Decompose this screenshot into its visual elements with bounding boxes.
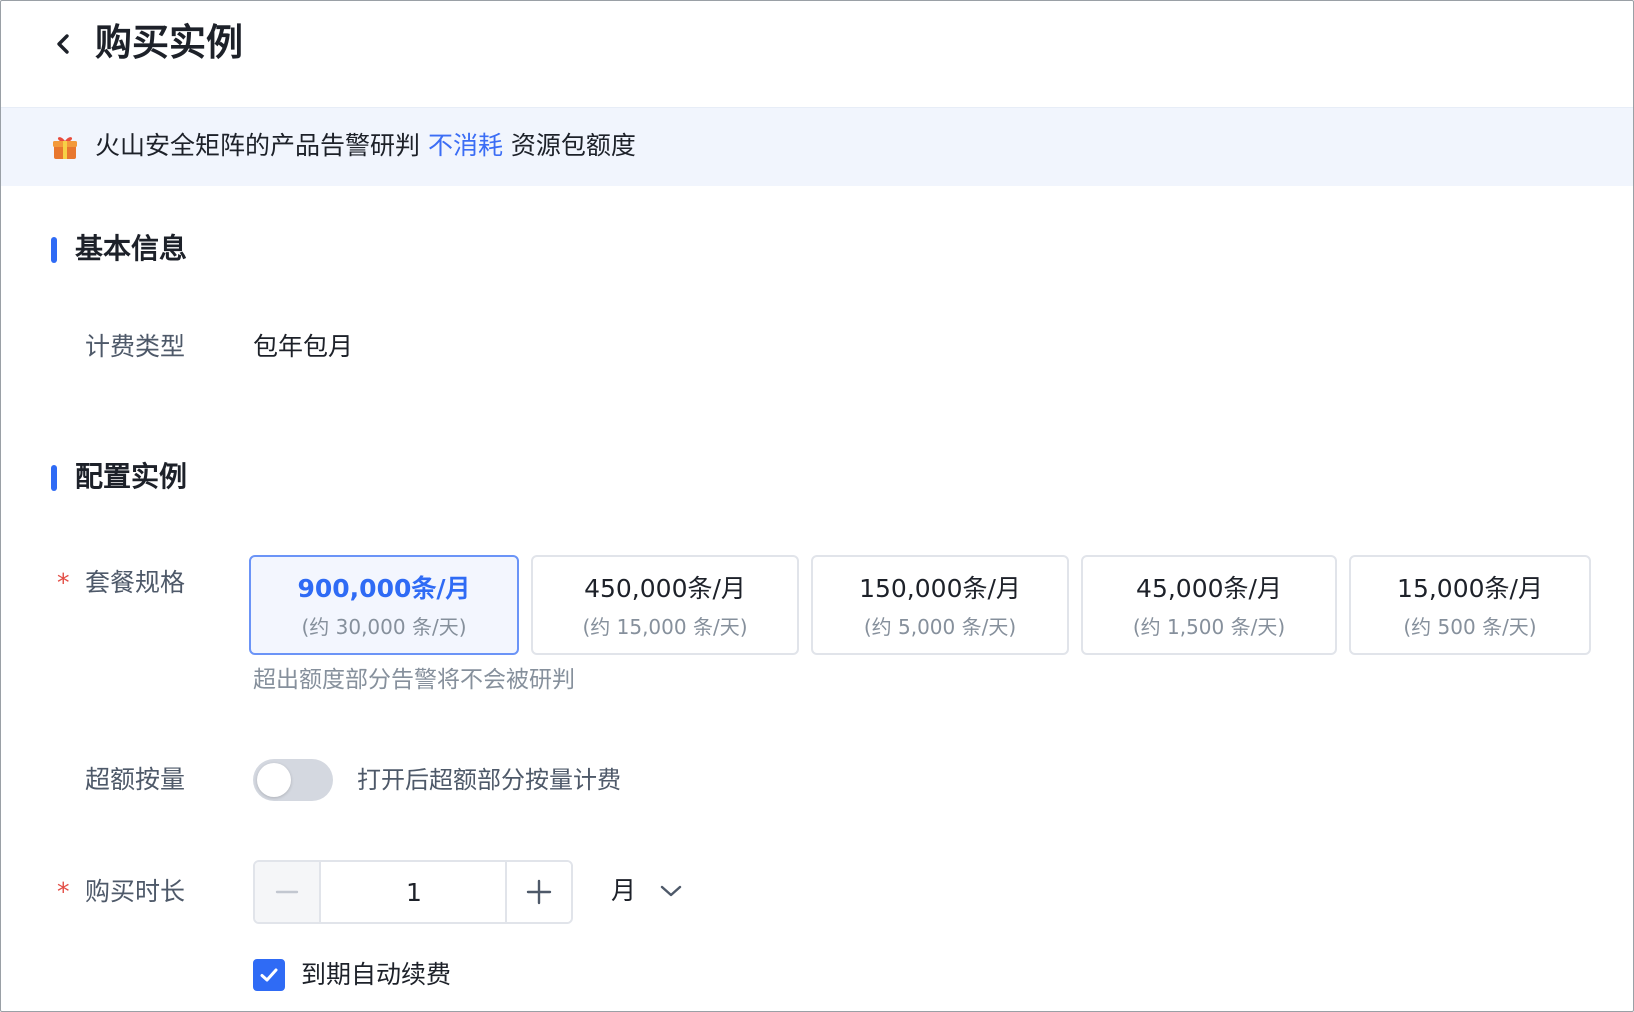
plan-option-daily: (约 500 条/天): [1403, 615, 1537, 639]
plan-option-45000[interactable]: 45,000条/月 (约 1,500 条/天): [1081, 555, 1337, 655]
section-accent-bar: [51, 237, 57, 263]
banner-text-before: 火山安全矩阵的产品告警研判: [95, 131, 428, 160]
plan-option-amount: 45,000条/月: [1136, 574, 1282, 603]
decrement-button[interactable]: [255, 862, 321, 922]
duration-input[interactable]: [321, 862, 507, 922]
section-accent-bar: [51, 465, 57, 491]
chevron-down-icon: [660, 885, 682, 897]
increment-button[interactable]: [505, 862, 571, 922]
required-star: *: [57, 877, 70, 906]
required-star: *: [57, 568, 70, 597]
section-title-config: 配置实例: [75, 460, 188, 493]
banner-text: 火山安全矩阵的产品告警研判 不消耗 资源包额度: [95, 128, 636, 164]
duration-label: 购买时长: [85, 877, 186, 906]
check-icon: [260, 968, 278, 982]
page-title: 购买实例: [95, 21, 243, 64]
plan-option-amount: 450,000条/月: [584, 574, 746, 603]
auto-renew-label[interactable]: 到期自动续费: [301, 957, 451, 993]
duration-stepper: [253, 860, 573, 924]
duration-unit-value: 月: [611, 876, 637, 905]
plan-hint: 超出额度部分告警将不会被研判: [253, 667, 575, 693]
plan-option-150000[interactable]: 150,000条/月 (约 5,000 条/天): [811, 555, 1069, 655]
plan-option-daily: (约 5,000 条/天): [863, 615, 1017, 639]
plus-icon: [526, 879, 552, 905]
plan-option-daily: (约 30,000 条/天): [301, 615, 467, 639]
plan-option-amount: 15,000条/月: [1397, 574, 1543, 603]
banner-text-after: 资源包额度: [502, 131, 636, 160]
banner-highlight: 不消耗: [427, 131, 503, 160]
plan-option-amount: 900,000条/月: [297, 574, 471, 603]
overage-label: 超额按量: [85, 765, 186, 794]
overage-toggle[interactable]: [253, 759, 333, 801]
minus-icon: [275, 890, 299, 894]
plan-option-daily: (约 15,000 条/天): [582, 615, 748, 639]
overage-hint: 打开后超额部分按量计费: [357, 766, 621, 794]
toggle-knob: [257, 763, 291, 797]
plan-option-amount: 150,000条/月: [859, 574, 1021, 603]
back-arrow-icon[interactable]: [51, 31, 77, 57]
auto-renew-checkbox[interactable]: [253, 959, 285, 991]
plan-option-15000[interactable]: 15,000条/月 (约 500 条/天): [1349, 555, 1591, 655]
duration-unit-select[interactable]: 月: [603, 873, 693, 911]
plan-spec-label: 套餐规格: [85, 568, 186, 597]
section-title-basic-info: 基本信息: [75, 232, 188, 265]
plan-option-daily: (约 1,500 条/天): [1132, 615, 1286, 639]
gift-icon: [53, 137, 77, 159]
purchase-instance-page: 购买实例 火山安全矩阵的产品告警研判 不消耗 资源包额度 基本信息 计费类型 包…: [0, 0, 1634, 1012]
plan-option-900000[interactable]: 900,000条/月 (约 30,000 条/天): [249, 555, 519, 655]
plan-option-450000[interactable]: 450,000条/月 (约 15,000 条/天): [531, 555, 799, 655]
billing-type-label: 计费类型: [85, 332, 186, 361]
billing-type-value: 包年包月: [253, 332, 354, 361]
page-header: 购买实例: [1, 1, 1633, 107]
info-banner: 火山安全矩阵的产品告警研判 不消耗 资源包额度: [1, 107, 1633, 186]
